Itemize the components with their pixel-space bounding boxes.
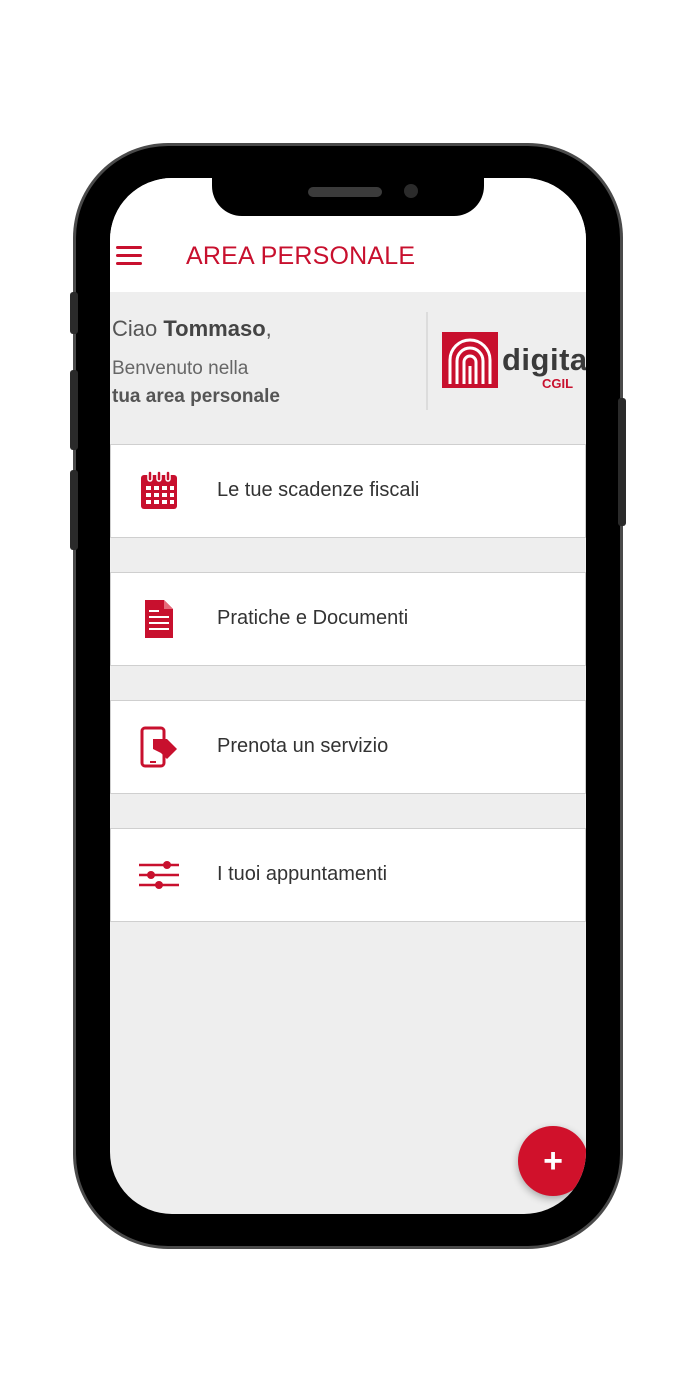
menu-item-label: Prenota un servizio <box>217 735 389 757</box>
sliders-icon <box>137 853 181 897</box>
document-icon <box>137 597 181 641</box>
speaker-grille <box>308 187 382 197</box>
calendar-icon <box>137 469 181 513</box>
greeting-prefix: Ciao <box>112 316 164 341</box>
silent-switch <box>70 292 78 334</box>
phone-screen: AREA PERSONALE Ciao Tommaso, Benvenuto n… <box>110 178 586 1214</box>
menu-item-prenota-servizio[interactable]: Prenota un servizio <box>110 700 586 794</box>
menu-item-label: Pratiche e Documenti <box>217 607 409 629</box>
menu-item-scadenze-fiscali[interactable]: Le tue scadenze fiscali <box>110 444 586 538</box>
fingerprint-logo-icon <box>442 332 498 388</box>
digita-cgil-logo: digita CGIL <box>442 332 586 392</box>
logo-wordmark: digita <box>502 342 586 377</box>
menu-item-label: I tuoi appuntamenti <box>217 863 388 885</box>
page-title: AREA PERSONALE <box>186 242 416 270</box>
power-button <box>618 398 626 526</box>
welcome-text-line2: tua area personale <box>112 386 280 407</box>
menu-item-label: Le tue scadenze fiscali <box>217 479 420 501</box>
phone-tap-icon <box>137 725 181 769</box>
user-name: Tommaso <box>163 316 266 341</box>
greeting: Ciao Tommaso, <box>112 316 272 342</box>
welcome-panel: Ciao Tommaso, Benvenuto nella tua area p… <box>110 292 586 430</box>
menu-item-appuntamenti[interactable]: I tuoi appuntamenti <box>110 828 586 922</box>
front-camera <box>404 184 418 198</box>
welcome-text-line1: Benvenuto nella <box>112 358 249 379</box>
greeting-suffix: , <box>265 316 272 341</box>
volume-up-button <box>70 370 78 450</box>
phone-notch <box>212 178 484 216</box>
logo-subtitle: CGIL <box>542 376 574 391</box>
volume-down-button <box>70 470 78 550</box>
add-fab-button[interactable]: + <box>518 1126 586 1196</box>
vertical-divider <box>426 312 428 410</box>
hamburger-menu-icon[interactable] <box>116 246 142 266</box>
menu-item-pratiche-documenti[interactable]: Pratiche e Documenti <box>110 572 586 666</box>
